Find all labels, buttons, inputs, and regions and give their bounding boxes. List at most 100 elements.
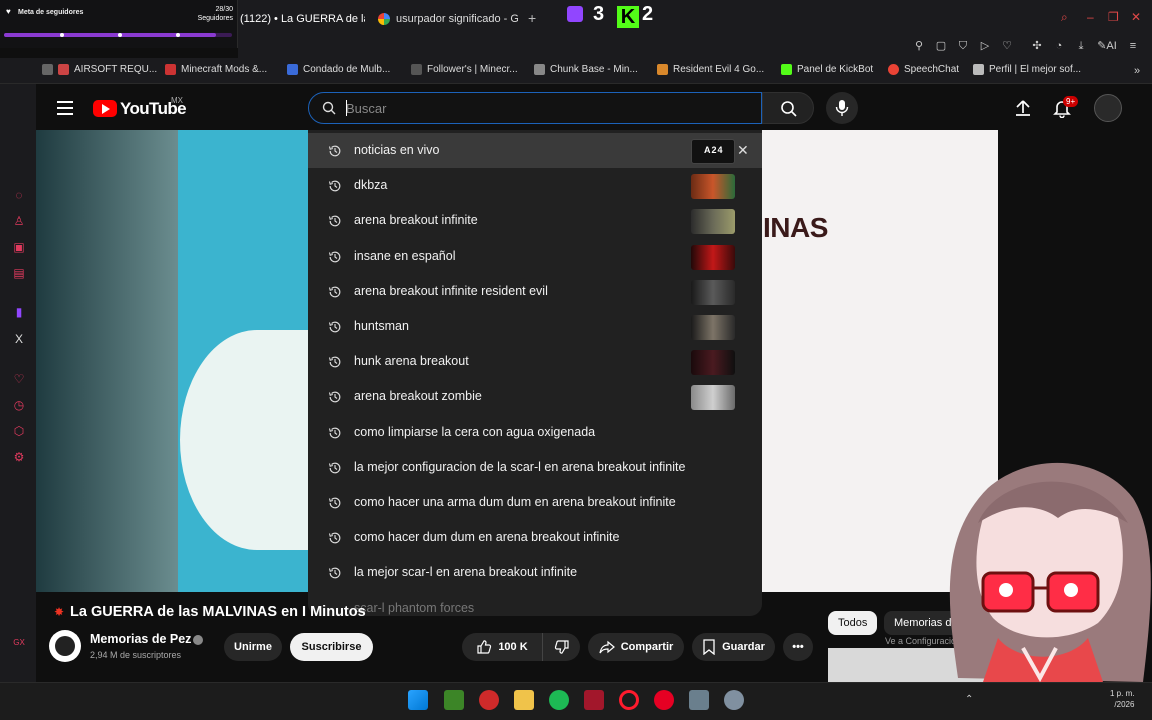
search-suggestion[interactable]: como hacer una arma dum dum en arena bre… xyxy=(308,485,762,520)
folder-icon[interactable] xyxy=(514,690,534,710)
maximize-button[interactable]: ❐ xyxy=(1108,10,1119,24)
suggestion-thumbnail xyxy=(691,174,735,200)
windows-start-icon[interactable] xyxy=(408,690,428,710)
account-avatar[interactable] xyxy=(1094,94,1122,122)
channel-name[interactable]: Memorias de Pez xyxy=(90,632,191,646)
search-input[interactable] xyxy=(346,99,746,117)
search-suggestion[interactable]: huntsman xyxy=(308,309,762,344)
new-tab-button[interactable]: + xyxy=(528,10,536,26)
suggestion-thumbnail xyxy=(691,350,735,376)
sidebar-mail-icon[interactable]: ▤ xyxy=(12,266,26,280)
search-icon xyxy=(322,101,336,115)
sidebar-twitch-icon[interactable]: ▮ xyxy=(12,305,26,319)
app-icon[interactable] xyxy=(689,690,709,710)
screenshot-icon[interactable]: ▢ xyxy=(935,40,947,52)
sidebar-settings-icon[interactable]: ⚙ xyxy=(12,450,26,464)
youtube-logo-icon[interactable] xyxy=(93,100,117,117)
bookmark-item[interactable]: Minecraft Mods &... xyxy=(165,64,267,75)
system-clock[interactable]: 1 p. m. /2026 xyxy=(1110,688,1134,710)
search-suggestion[interactable]: la mejor configuracion de la scar-l en a… xyxy=(308,450,762,485)
search-suggestion[interactable]: como hacer dum dum en arena breakout inf… xyxy=(308,520,762,555)
subscribe-button[interactable]: Suscribirse xyxy=(290,633,373,661)
bookmark-item[interactable]: Perfil | El mejor sof... xyxy=(973,64,1081,75)
history-icon xyxy=(328,321,341,333)
heart-icon[interactable]: ♡ xyxy=(1001,40,1013,52)
search-suggestion[interactable]: noticias en vivo A24 ✕ xyxy=(308,133,762,168)
search-button[interactable] xyxy=(762,92,814,124)
sidebar-x-icon[interactable]: X xyxy=(12,332,26,346)
kick-extension-icon[interactable]: K xyxy=(617,6,639,28)
tray-chevron-icon[interactable]: ⌃ xyxy=(965,694,973,705)
minecraft-icon[interactable] xyxy=(444,690,464,710)
dislike-button[interactable] xyxy=(542,633,580,661)
sidebar-bag-icon[interactable]: ♙ xyxy=(12,214,26,228)
microphone-icon xyxy=(835,100,849,116)
sidebar-clock-icon[interactable]: ◷ xyxy=(12,398,26,412)
search-tabs-icon[interactable]: ⌕ xyxy=(1061,10,1068,25)
app-icon[interactable] xyxy=(584,690,604,710)
opera-gx-icon[interactable] xyxy=(619,690,639,710)
shield-icon[interactable]: ⛉ xyxy=(957,40,969,52)
join-button[interactable]: Unirme xyxy=(224,633,282,661)
sidebar-circle-icon[interactable]: ◌ xyxy=(12,188,26,202)
upload-icon[interactable] xyxy=(1013,98,1033,118)
bookmark-item[interactable]: Resident Evil 4 Go... xyxy=(657,64,764,75)
like-button[interactable]: 100 K xyxy=(462,633,542,661)
search-suggestion[interactable]: arena breakout infinite xyxy=(308,203,762,238)
a24-logo-text: A24 xyxy=(704,145,724,155)
sidebar-cube-icon[interactable]: ⬡ xyxy=(12,424,26,438)
sidebar-heart-icon[interactable]: ♡ xyxy=(12,372,26,386)
minimize-button[interactable]: – xyxy=(1087,10,1094,24)
bookmark-item[interactable]: Chunk Base - Min... xyxy=(534,64,638,75)
channel-avatar[interactable] xyxy=(49,630,81,662)
bookmark-item[interactable]: Panel de KickBot xyxy=(781,64,873,75)
tab-google-search[interactable]: usurpador significado - Go xyxy=(378,8,518,30)
twitch-extension-icon[interactable] xyxy=(567,6,583,22)
pin-icon[interactable]: ⚲ xyxy=(913,40,925,52)
search-suggestion[interactable]: dkbza xyxy=(308,168,762,203)
spotify-icon[interactable] xyxy=(549,690,569,710)
bookmark-icon xyxy=(888,64,899,75)
sidebar-gx-icon[interactable]: GX xyxy=(12,636,26,650)
chevron-right-icon[interactable]: » xyxy=(1131,65,1143,77)
settings-icon[interactable] xyxy=(724,690,744,710)
suggestion-thumbnail xyxy=(691,385,735,411)
suggestion-faded[interactable]: scar-l phantom forces xyxy=(354,601,474,615)
search-suggestion[interactable]: hunk arena breakout xyxy=(308,344,762,379)
tab-youtube-video[interactable]: (1122) • La GUERRA de la xyxy=(240,8,365,30)
suggestion-text: la mejor scar-l en arena breakout infini… xyxy=(354,565,578,580)
search-suggestion[interactable]: arena breakout infinite resident evil xyxy=(308,274,762,309)
more-actions-button[interactable]: ••• xyxy=(783,633,813,661)
bookmark-item[interactable]: Condado de Mulb... xyxy=(287,64,390,75)
download-icon[interactable]: ⤓ xyxy=(1075,40,1087,52)
profile-icon[interactable]: ◔ xyxy=(1053,40,1065,52)
save-button[interactable]: Guardar xyxy=(692,633,775,661)
extensions-icon[interactable]: ✣ xyxy=(1031,40,1043,52)
share-button[interactable]: Compartir xyxy=(588,633,684,661)
bookmark-item[interactable]: Follower's | Minecr... xyxy=(411,64,518,75)
bookmark-item[interactable]: SpeechChat xyxy=(888,64,959,75)
search-suggestion[interactable]: la mejor scar-l en arena breakout infini… xyxy=(308,555,762,590)
ai-icon[interactable]: ✎AI xyxy=(1097,40,1117,52)
suggestion-text: la mejor configuracion de la scar-l en a… xyxy=(354,459,686,474)
bookmark-icon xyxy=(287,64,298,75)
tab-title: (1122) • La GUERRA de la xyxy=(240,13,365,25)
search-suggestion[interactable]: arena breakout zombie xyxy=(308,379,762,414)
bookmark-item[interactable]: AIRSOFT REQU... xyxy=(42,64,157,75)
voice-search-button[interactable] xyxy=(826,92,858,124)
menu-icon[interactable]: ≡ xyxy=(1127,40,1139,52)
progress-marker xyxy=(60,33,64,37)
close-window-button[interactable]: ✕ xyxy=(1131,10,1141,24)
search-suggestion[interactable]: insane en español xyxy=(308,239,762,274)
remove-suggestion-icon[interactable]: ✕ xyxy=(737,142,749,159)
menu-icon[interactable] xyxy=(57,101,73,115)
verified-icon xyxy=(193,635,203,645)
search-suggestion[interactable]: como limpiarse la cera con agua oxigenad… xyxy=(308,415,762,450)
heart-icon: ♥ xyxy=(6,7,11,16)
pinterest-icon[interactable] xyxy=(654,690,674,710)
sidebar-box-icon[interactable]: ▣ xyxy=(12,240,26,254)
app-icon[interactable] xyxy=(479,690,499,710)
play-icon[interactable]: ▷ xyxy=(979,40,991,52)
chip-all[interactable]: Todos xyxy=(828,611,878,635)
video-frame-text: INAS xyxy=(763,212,828,243)
